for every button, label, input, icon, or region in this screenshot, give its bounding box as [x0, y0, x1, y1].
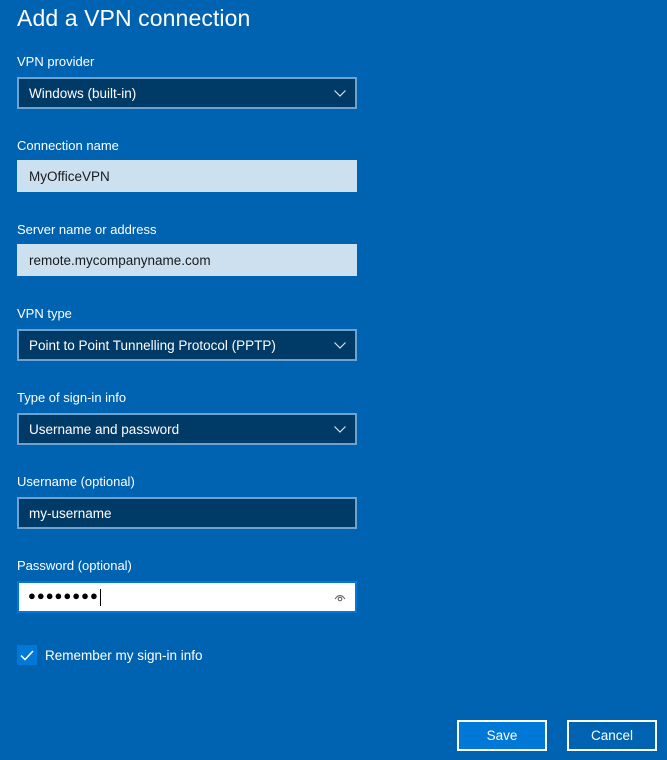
checkmark-icon: [20, 649, 34, 661]
signin-type-select[interactable]: Username and password: [17, 413, 357, 445]
connection-name-input[interactable]: MyOfficeVPN: [17, 160, 357, 192]
eye-icon[interactable]: [329, 583, 351, 611]
server-input[interactable]: remote.mycompanyname.com: [17, 244, 357, 276]
server-label: Server name or address: [17, 222, 157, 237]
password-value-wrap: ●●●●●●●●: [19, 588, 329, 606]
text-caret: [99, 588, 101, 606]
username-label: Username (optional): [17, 474, 135, 489]
vpn-provider-label: VPN provider: [17, 54, 95, 69]
username-input[interactable]: my-username: [17, 497, 357, 529]
remember-signin-checkbox[interactable]: [17, 645, 37, 665]
password-value: ●●●●●●●●: [28, 588, 99, 604]
server-value: remote.mycompanyname.com: [29, 252, 211, 268]
vpn-type-select[interactable]: Point to Point Tunnelling Protocol (PPTP…: [17, 329, 357, 361]
chevron-down-icon: [329, 331, 351, 359]
cancel-button[interactable]: Cancel: [567, 720, 657, 751]
remember-signin-checkbox-row[interactable]: Remember my sign-in info: [17, 645, 203, 665]
chevron-down-icon: [329, 415, 351, 443]
vpn-type-value: Point to Point Tunnelling Protocol (PPTP…: [29, 337, 276, 353]
remember-signin-label: Remember my sign-in info: [45, 647, 203, 663]
vpn-provider-select[interactable]: Windows (built-in): [17, 77, 357, 109]
password-label: Password (optional): [17, 558, 132, 573]
connection-name-value: MyOfficeVPN: [29, 168, 110, 184]
chevron-down-icon: [329, 79, 351, 107]
signin-type-label: Type of sign-in info: [17, 390, 127, 405]
signin-type-value: Username and password: [29, 421, 180, 437]
page-title: Add a VPN connection: [17, 5, 251, 31]
vpn-provider-value: Windows (built-in): [29, 85, 137, 101]
save-button[interactable]: Save: [457, 720, 547, 751]
password-input[interactable]: ●●●●●●●●: [17, 581, 357, 613]
vpn-type-label: VPN type: [17, 306, 72, 321]
connection-name-label: Connection name: [17, 138, 119, 153]
username-value: my-username: [29, 505, 112, 521]
